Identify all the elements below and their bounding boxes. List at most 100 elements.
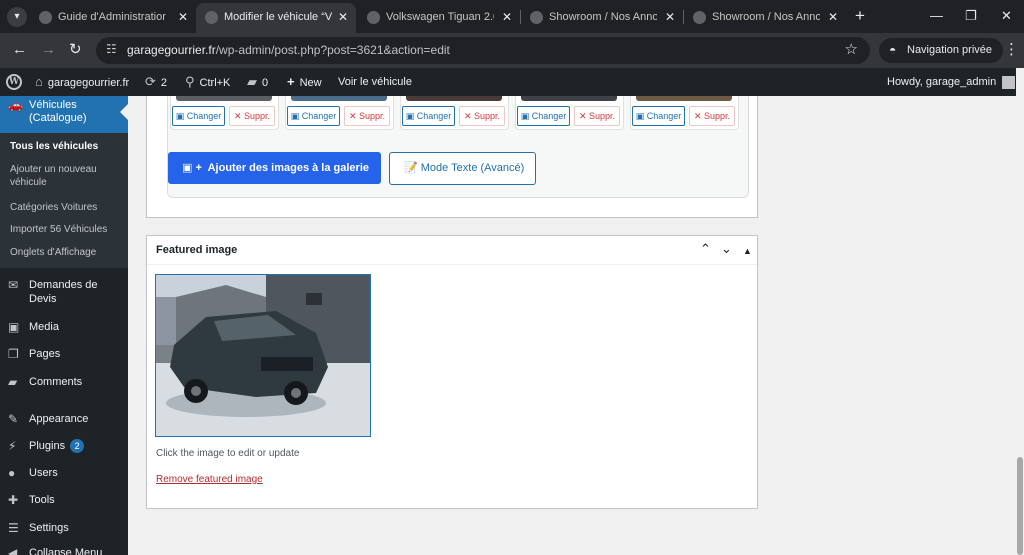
bookmark-star-icon[interactable]: ☆ [845,40,858,58]
sidebar-item-pages[interactable]: ❐ Pages [0,347,128,361]
change-label: Changer [646,111,682,121]
incognito-label: Navigation privée [907,44,992,56]
adminbar-comments[interactable]: ▰ 0 [247,68,268,96]
gallery-remove-button[interactable]: ✕ Suppr. [574,106,620,126]
change-label: Changer [531,111,567,121]
tab-favicon-icon [205,11,218,24]
featured-image-header: Featured image ⌃ ⌄ ▲ [147,236,757,265]
gallery-remove-button[interactable]: ✕ Suppr. [229,106,275,126]
browser-tab-1[interactable]: Guide d'Administration – ✕ [30,3,196,33]
settings-sliders-icon: ☰ [8,521,19,535]
gallery-remove-button[interactable]: ✕ Suppr. [689,106,735,126]
tab-title: Showroom / Nos Annonc [712,11,820,23]
tab-close-icon[interactable]: ✕ [502,3,512,31]
sidebar-item-label: Media [29,321,59,333]
gallery-change-button[interactable]: ▣ Changer [632,106,685,126]
sidebar-item-media[interactable]: ▣ Media [0,320,128,334]
image-icon: ▣ [635,111,645,121]
minimize-icon[interactable]: — [930,6,943,26]
browser-tab-5[interactable]: Showroom / Nos Annonc ✕ [684,3,846,33]
sidebar-item-label: Véhicules (Catalogue) [29,99,87,124]
gallery-change-button[interactable]: ▣ Changer [172,106,225,126]
gallery-thumbnail[interactable] [176,96,272,101]
tab-search-chevron-icon[interactable]: ▾ [7,7,27,27]
page-scrollbar-thumb[interactable] [1017,457,1023,555]
paintbrush-icon: ✎ [8,412,19,426]
remove-label: Suppr. [704,111,731,121]
vehicules-submenu: Tous les véhicules Ajouter un nouveau vé… [0,133,128,268]
gallery-change-button[interactable]: ▣ Changer [402,106,455,126]
submenu-all-vehicles[interactable]: Tous les véhicules [10,140,122,153]
updates-count: 2 [160,77,168,89]
browser-tab-4[interactable]: Showroom / Nos Annonc ✕ [521,3,683,33]
forward-arrow-icon[interactable]: → [41,40,56,60]
submenu-car-categories[interactable]: Catégories Voitures [10,201,122,214]
sidebar-item-comments[interactable]: ▰ Comments [0,375,128,389]
gallery-thumbnail[interactable] [521,96,617,101]
address-bar[interactable]: ☷ garagegourrier.fr/wp-admin/post.php?po… [96,37,870,64]
incognito-indicator[interactable]: ◓ Navigation privée [879,38,1003,63]
add-images-label: Ajouter des images à la galerie [207,162,369,174]
back-arrow-icon[interactable]: ← [12,40,27,60]
sidebar-item-users[interactable]: ● Users [0,466,128,480]
adminbar-updates[interactable]: ⟳ 2 [145,68,167,96]
submenu-import-vehicles[interactable]: Importer 56 Véhicules [10,223,122,236]
remove-label: Suppr. [244,111,271,121]
adminbar-view-vehicle[interactable]: Voir le véhicule [338,68,412,96]
gallery-remove-button[interactable]: ✕ Suppr. [344,106,390,126]
search-shortcut-label: Ctrl+K [199,77,231,89]
gallery-change-button[interactable]: ▣ Changer [287,106,340,126]
submenu-add-vehicle[interactable]: Ajouter un nouveau véhicule [10,163,122,189]
sidebar-item-label: Settings [29,522,69,534]
move-up-chevron-icon[interactable]: ⌃ [700,241,711,257]
tab-title: Modifier le véhicule “Volk [224,11,332,23]
home-icon: ⌂ [35,74,43,89]
browser-tab-3[interactable]: Volkswagen Tiguan 2.0 TI ✕ [358,3,520,33]
featured-image-thumbnail[interactable] [155,274,371,437]
sidebar-item-plugins[interactable]: ⚡ Plugins 2 [0,439,128,453]
sidebar-item-quote-requests[interactable]: ✉ Demandes de Devis [0,278,128,306]
wordpress-logo-icon[interactable]: W [6,74,22,90]
close-icon: ✕ [348,111,357,121]
toggle-panel-caret-icon[interactable]: ▲ [743,243,752,259]
tab-close-icon[interactable]: ✕ [665,3,675,31]
tab-close-icon[interactable]: ✕ [828,3,838,31]
tab-close-icon[interactable]: ✕ [338,3,348,31]
adminbar-my-account[interactable]: Howdy, garage_admin [887,68,1016,96]
gallery-remove-button[interactable]: ✕ Suppr. [459,106,505,126]
text-mode-button[interactable]: 📝 Mode Texte (Avancé) [389,152,536,185]
car-icon: 🚗 [8,98,23,112]
move-down-chevron-icon[interactable]: ⌄ [721,241,732,257]
sidebar-item-label: Collapse Menu [29,547,103,555]
adminbar-new[interactable]: + New [287,68,322,96]
browser-tab-2-active[interactable]: Modifier le véhicule “Volk ✕ [196,3,356,33]
restore-icon[interactable]: ❐ [965,6,977,26]
submenu-display-tabs[interactable]: Onglets d'Affichage [10,246,122,259]
featured-image-help-text: Click the image to edit or update [156,448,300,459]
url-host: garagegourrier.fr [127,43,216,57]
close-icon: ✕ [693,111,702,121]
adminbar-site-name[interactable]: ⌂ garagegourrier.fr [35,68,129,96]
add-gallery-images-button[interactable]: ▣ + Ajouter des images à la galerie [168,152,381,184]
gallery-item: ▣ Changer ✕ Suppr. [400,96,509,130]
new-tab-plus-icon[interactable]: + [855,6,865,26]
gallery-thumbnail[interactable] [291,96,387,101]
gallery-thumbnail[interactable] [406,96,502,101]
sidebar-item-tools[interactable]: ✚ Tools [0,493,128,507]
sidebar-item-appearance[interactable]: ✎ Appearance [0,412,128,426]
adminbar-search[interactable]: ⚲ Ctrl+K [185,68,230,96]
browser-menu-icon[interactable]: ⋮ [1004,40,1019,60]
remove-featured-image-link[interactable]: Remove featured image [156,474,263,485]
tab-close-icon[interactable]: ✕ [178,3,188,31]
gallery-change-button[interactable]: ▣ Changer [517,106,570,126]
close-icon: ✕ [463,111,472,121]
gallery-thumbnail[interactable] [636,96,732,101]
browser-tab-strip: ▾ Guide d'Administration – ✕ Modifier le… [0,0,1024,33]
featured-image-title: Featured image [156,244,238,256]
window-close-icon[interactable]: ✕ [1001,6,1012,26]
sidebar-item-settings[interactable]: ☰ Settings [0,521,128,535]
sidebar-collapse-menu[interactable]: ◀ Collapse Menu [0,546,128,555]
site-info-icon[interactable]: ☷ [106,42,117,56]
sidebar-item-vehicules[interactable]: 🚗 Véhicules (Catalogue) [0,96,128,133]
reload-icon[interactable]: ↻ [69,40,82,60]
